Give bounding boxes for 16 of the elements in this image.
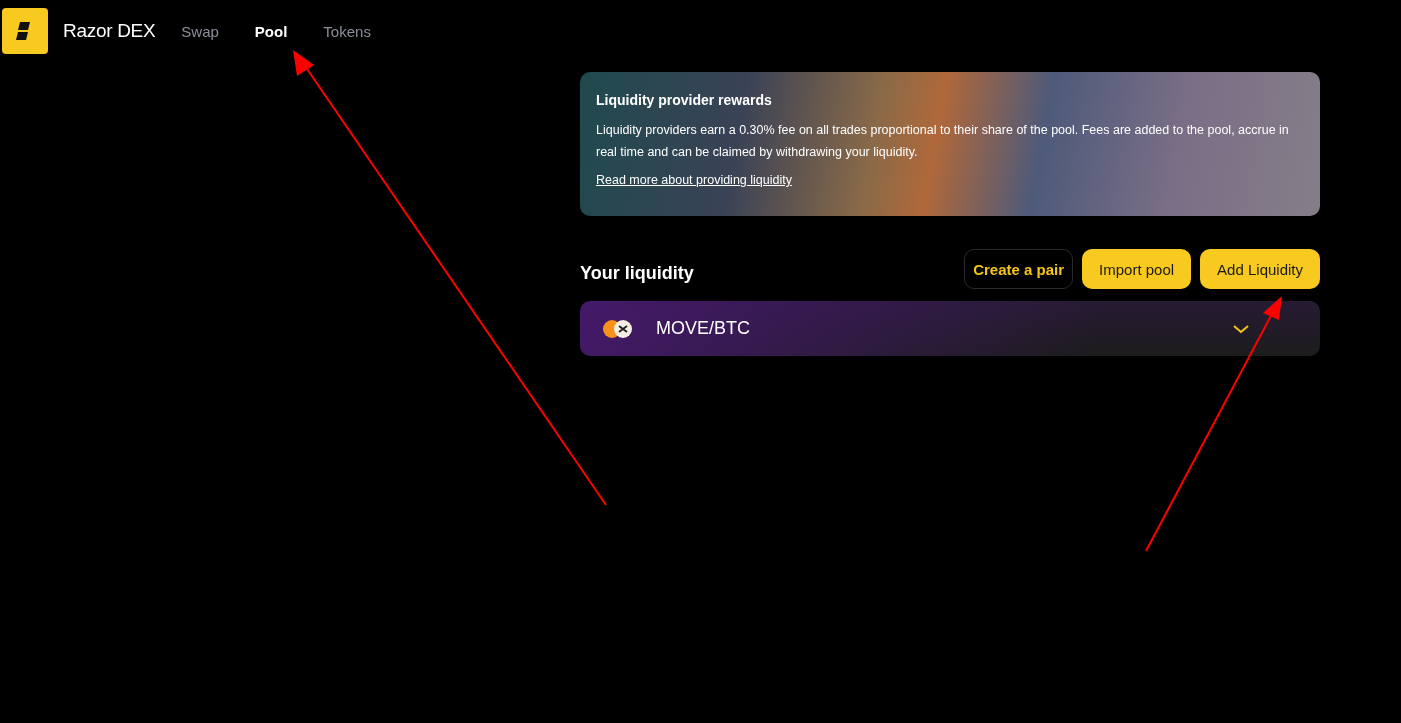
action-button[interactable]: Add Liquidity <box>1200 249 1320 289</box>
pool-row[interactable]: MOVE/BTC <box>580 301 1320 356</box>
nav-link[interactable]: Swap <box>181 22 219 40</box>
pool-pair: MOVE/BTC <box>656 318 750 339</box>
section-title: Your liquidity <box>580 262 694 284</box>
action-button[interactable]: Create a pair <box>964 249 1074 289</box>
nav-link[interactable]: Tokens <box>323 22 371 40</box>
token-pair-icon <box>602 317 634 340</box>
banner-title: Liquidity provider rewards <box>596 92 773 108</box>
banner-text: Liquidity providers earn a 0.30% fee on all trades proportional to their share of the pool. Fees are added to the pool, accrue in real time and can be claimed by withdrawing your liquidity. <box>596 122 1290 161</box>
chevron-icon[interactable] <box>1232 322 1250 335</box>
brand-name: Razor DEX <box>63 20 156 42</box>
nav-link[interactable]: Pool <box>254 22 288 40</box>
action-button[interactable]: Import pool <box>1082 249 1192 289</box>
read-more-link[interactable]: Read more about providing liquidity <box>596 173 792 187</box>
logo-icon[interactable] <box>2 8 48 54</box>
